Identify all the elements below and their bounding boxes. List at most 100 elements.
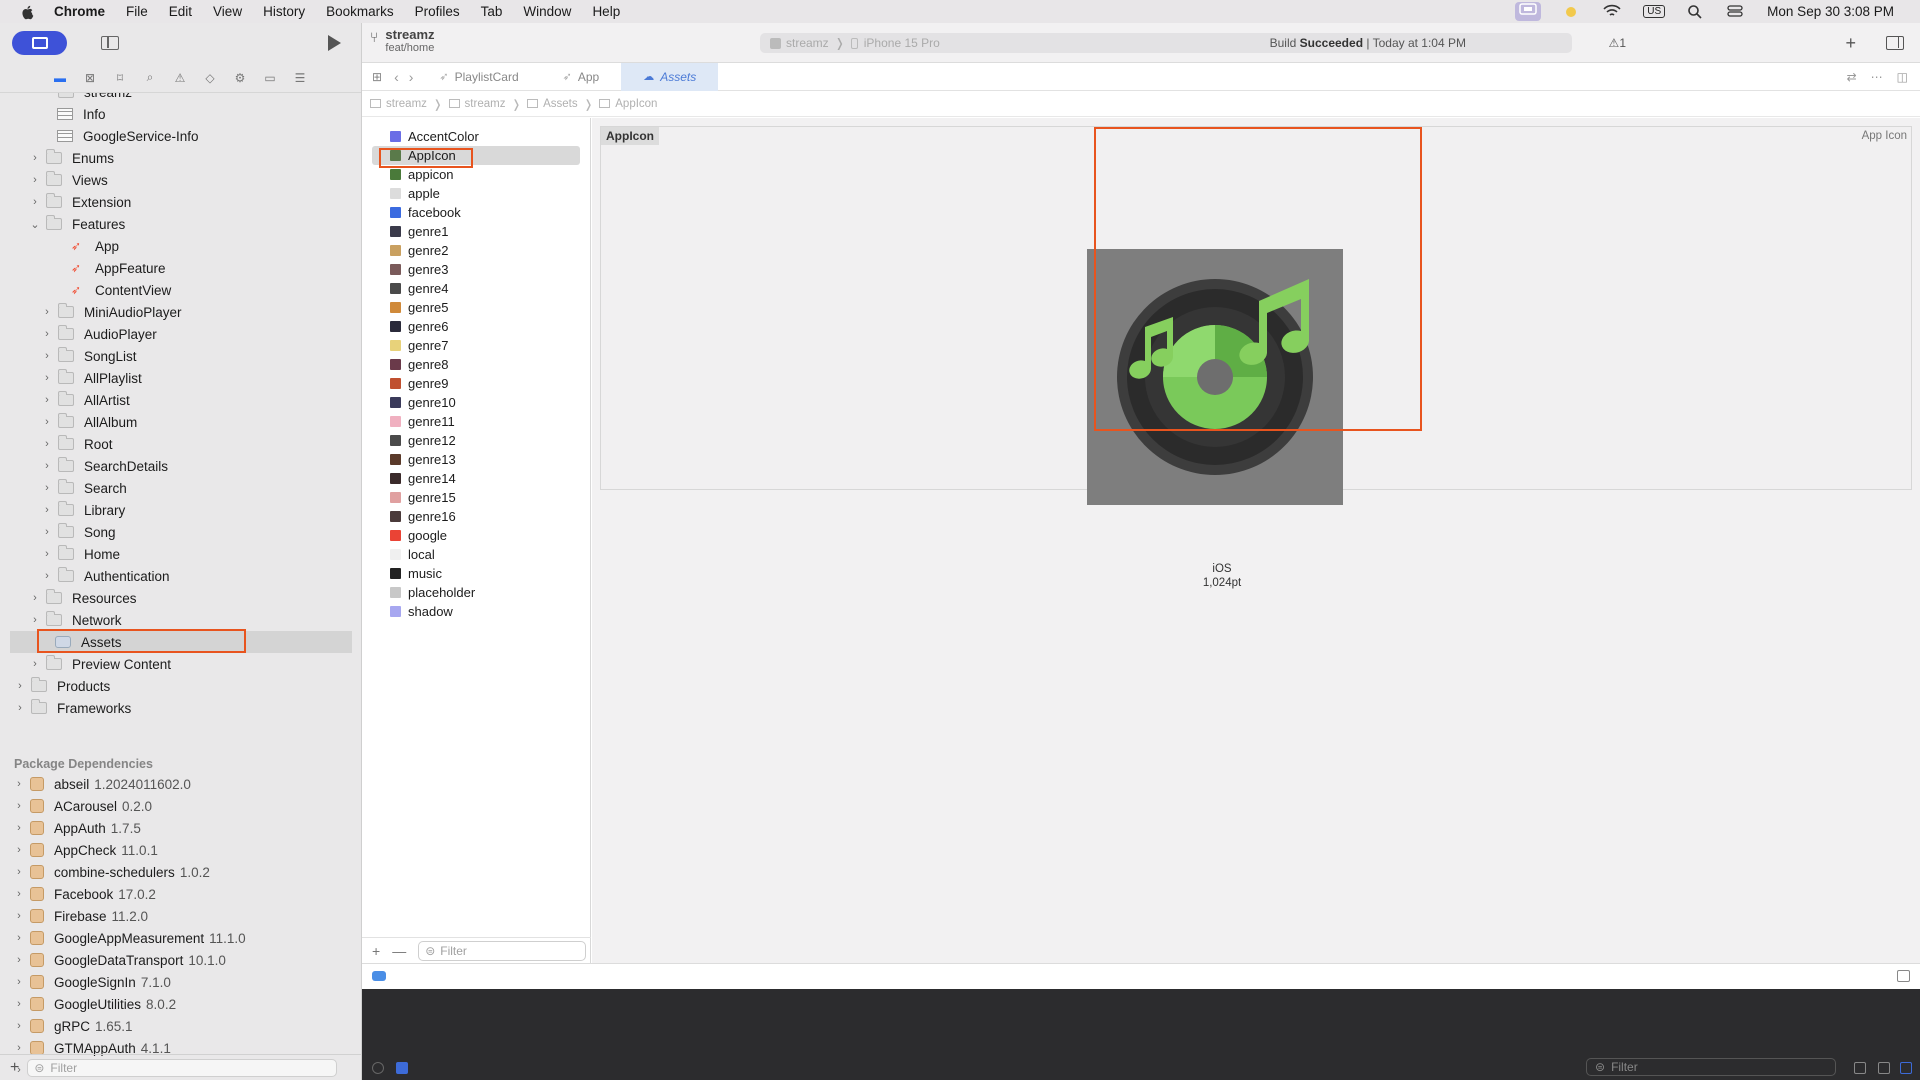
chevron-right-icon[interactable]: › [14,932,24,944]
breadcrumb-project[interactable]: streamz [370,98,427,110]
tree-item-searchdetails[interactable]: › SearchDetails [42,455,168,477]
tree-item-products[interactable]: › Products [15,675,110,697]
add-asset-icon[interactable]: + [372,943,380,959]
menu-clock[interactable]: Mon Sep 30 3:08 PM [1767,4,1894,19]
bookmark-navigator-icon[interactable]: ⌑ [112,71,128,85]
chevron-right-icon[interactable]: › [42,526,52,538]
spotlight-search-icon[interactable] [1687,4,1705,20]
asset-item-genre4[interactable]: genre4 [372,279,580,298]
chevron-right-icon[interactable]: › [30,658,40,670]
tree-item-features[interactable]: ⌄ Features [30,213,125,235]
chevron-right-icon[interactable]: › [30,152,40,164]
run-button[interactable] [328,35,341,51]
console-area[interactable]: ⊜ Filter [362,989,1920,1080]
tree-item-allplaylist[interactable]: › AllPlaylist [42,367,142,389]
tree-item-allalbum[interactable]: › AllAlbum [42,411,137,433]
menu-edit[interactable]: Edit [169,4,192,19]
menu-help[interactable]: Help [592,4,620,19]
tab-playlistcard[interactable]: ➶ PlaylistCard [417,63,540,91]
package-item[interactable]: › gRPC 1.65.1 [14,1015,132,1037]
asset-item-genre11[interactable]: genre11 [372,412,580,431]
asset-item-genre8[interactable]: genre8 [372,355,580,374]
chevron-right-icon[interactable]: › [30,592,40,604]
chevron-right-icon[interactable]: › [30,614,40,626]
remove-asset-icon[interactable]: — [392,943,406,959]
asset-item-genre6[interactable]: genre6 [372,317,580,336]
chevron-down-icon[interactable]: ⌄ [30,218,40,231]
asset-item-genre2[interactable]: genre2 [372,241,580,260]
tree-item-contentview[interactable]: ➶ ContentView [71,279,171,301]
forward-arrow-icon[interactable]: › [409,69,414,85]
breadcrumb-assets[interactable]: Assets [527,98,578,110]
chevron-right-icon[interactable]: › [14,888,24,900]
chevron-right-icon[interactable]: › [42,372,52,384]
chevron-right-icon[interactable]: › [14,976,24,988]
tree-item-root[interactable]: › Root [42,433,113,455]
tree-item-resources[interactable]: › Resources [30,587,137,609]
tree-item-network[interactable]: › Network [30,609,122,631]
chevron-right-icon[interactable]: › [14,844,24,856]
menu-file[interactable]: File [126,4,148,19]
asset-item-accentcolor[interactable]: AccentColor [372,127,580,146]
asset-item-genre7[interactable]: genre7 [372,336,580,355]
tree-item-info[interactable]: Info [57,103,106,125]
package-item[interactable]: › abseil 1.2024011602.0 [14,773,191,795]
report-navigator-icon[interactable]: ☰ [292,71,308,85]
chevron-right-icon[interactable]: › [42,460,52,472]
apple-menu-icon[interactable] [20,4,36,20]
tree-item-song[interactable]: › Song [42,521,116,543]
menu-history[interactable]: History [263,4,305,19]
wifi-icon[interactable] [1603,4,1621,20]
tree-item-googleservice-info[interactable]: GoogleService-Info [57,125,199,147]
asset-item-placeholder[interactable]: placeholder [372,583,580,602]
source-control-navigator-icon[interactable]: ⊠ [82,71,98,85]
tree-item-preview-content[interactable]: › Preview Content [30,653,171,675]
package-item[interactable]: › GoogleAppMeasurement 11.1.0 [14,927,245,949]
sidebar-toggle-icon[interactable] [101,36,119,50]
navigator-filter-field[interactable]: ⊜ Filter [27,1058,338,1077]
eye-icon[interactable] [372,1062,384,1074]
chevron-right-icon[interactable]: › [42,328,52,340]
breadcrumb-appicon[interactable]: AppIcon [599,98,657,110]
screen-mirroring-icon[interactable] [1515,2,1542,21]
tree-item-app[interactable]: ➶ App [71,235,119,257]
menu-view[interactable]: View [213,4,242,19]
control-center-icon[interactable] [1727,4,1745,20]
tree-item-allartist[interactable]: › AllArtist [42,389,130,411]
package-item[interactable]: › AppAuth 1.7.5 [14,817,141,839]
tree-item-appfeature[interactable]: ➶ AppFeature [71,257,166,279]
focus-icon[interactable] [1563,4,1581,20]
tree-item-miniaudioplayer[interactable]: › MiniAudioPlayer [42,301,182,323]
package-item[interactable]: › ACarousel 0.2.0 [14,795,152,817]
more-options-icon[interactable]: ⋯ [1871,70,1883,84]
package-item[interactable]: › GoogleSignIn 7.1.0 [14,971,171,993]
hide-debug-area-icon[interactable] [372,971,386,981]
asset-item-genre12[interactable]: genre12 [372,431,580,450]
console-view-icon[interactable] [1900,1062,1912,1074]
asset-item-genre15[interactable]: genre15 [372,488,580,507]
package-item[interactable]: › AppCheck 11.0.1 [14,839,158,861]
chevron-right-icon[interactable]: › [42,438,52,450]
asset-item-shadow[interactable]: shadow [372,602,580,621]
asset-item-genre5[interactable]: genre5 [372,298,580,317]
project-navigator-icon[interactable]: ▬ [52,71,68,85]
chevron-right-icon[interactable]: › [14,800,24,812]
chevron-right-icon[interactable]: › [15,680,25,692]
tree-item-search[interactable]: › Search [42,477,127,499]
add-file-icon[interactable]: + [10,1059,19,1077]
package-item[interactable]: › GoogleDataTransport 10.1.0 [14,949,226,971]
navigator-mode-button[interactable] [12,31,67,55]
asset-item-genre14[interactable]: genre14 [372,469,580,488]
asset-item-facebook[interactable]: facebook [372,203,580,222]
chevron-right-icon[interactable]: › [14,822,24,834]
issue-navigator-icon[interactable]: ⚠ [172,71,188,85]
chevron-right-icon[interactable]: › [14,1042,24,1054]
related-items-icon[interactable]: ⊞ [372,70,382,84]
tab-app[interactable]: ➶ App [541,63,622,91]
chevron-right-icon[interactable]: › [30,174,40,186]
library-add-icon[interactable]: + [1845,33,1856,54]
variables-view-icon[interactable] [1878,1062,1890,1074]
tree-item-audioplayer[interactable]: › AudioPlayer [42,323,157,345]
chevron-right-icon[interactable]: › [42,504,52,516]
split-editor-icon[interactable]: ◫ [1897,70,1908,84]
